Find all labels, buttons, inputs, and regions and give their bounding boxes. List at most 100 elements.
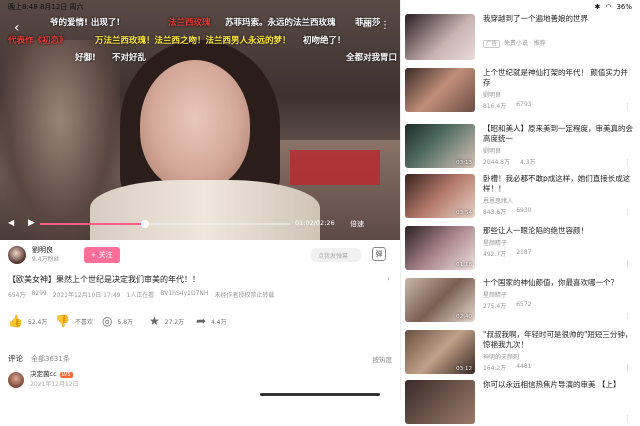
fan-count: 9.4万粉丝 [32,256,60,263]
coin-icon: ◎ [102,314,113,328]
rec-item[interactable]: 03:54 卧槽！我必都不敢p成这样，她们直接长成这样！！ 恩恩思绪人 843.6万 6… [405,174,637,220]
more-icon[interactable]: ⋮ [624,364,631,372]
rec-views: 492.7万 [483,251,507,258]
ad-thumbnail [405,14,475,60]
level-badge: LV5 [59,372,73,378]
comment-item[interactable]: 决定菌cc LV5 2021年12月12日 [8,370,79,389]
rec-danmaku: 6793 [516,101,532,108]
favorite-button[interactable]: ★ 27.2万 [149,314,196,328]
uploader-row: 劉明良 9.4万粉丝 + 关注 点我发弹幕 弹 [8,244,392,266]
danmaku-count: 8299 [31,290,47,297]
rec-uploader: 劉明良 [483,148,502,155]
video-player[interactable]: 爷的爱情! 出现了! 法兰西玫瑰 苏菲玛索。永远的法兰西玫瑰 菲丽莎 代表作《初… [0,0,400,240]
rec-thumbnail: 03:54 [405,174,475,218]
back-arrow-icon[interactable]: ‹ [14,20,20,36]
rec-danmaku: 6930 [516,207,532,214]
video-title: 【欧美女神】果然上个世纪是决定我们审美的年代！！ [8,275,200,284]
rec-uploader: 星颜睛子 [483,292,508,299]
ad-item[interactable]: 我穿越到了一个遍地善娘的世界 广告 免费小说 · 推荐 [405,14,637,64]
rec-thumbnail: 03:12 [405,330,475,374]
more-icon[interactable]: ⋮ [624,158,631,166]
rec-duration: 02:40 [456,314,472,320]
video-meta: 654万 8299 2021年12月10日 17:49 1人正在看 BV1hS4… [8,290,398,299]
star-icon: ★ [149,314,160,328]
rec-title: 卧槽！我必都不敢p成这样，她们直接长成这样！！ [483,174,631,193]
rec-duration: 01:18 [456,262,472,268]
danmaku-toggle-icon[interactable]: 弹 [372,247,386,261]
progress-knob[interactable] [141,220,149,228]
rec-title: 上个世纪就是神仙打架的年代！ 颜值实力并存 [483,68,628,87]
more-icon[interactable]: ⋮ [624,414,631,422]
rec-uploader: 劉明良 [483,92,502,99]
uploader-name[interactable]: 劉明良 [32,246,60,255]
rec-item[interactable]: 01:18 那些让人一眼沦陷的绝世容颜！ 星颜睛子 492.7万 2187 ⋮ [405,226,637,272]
video-frame-subject [140,60,250,190]
more-icon[interactable]: ⋮ [624,102,631,110]
rec-thumbnail: 01:18 [405,226,475,270]
home-indicator[interactable] [260,393,380,396]
rec-danmaku: 4481 [516,363,532,370]
rec-thumbnail [405,380,475,424]
rec-uploader: 恩恩思绪人 [483,198,514,205]
status-time: 晚上8:48 8月12日 周六 [8,3,84,11]
rec-thumbnail: 02:40 [405,278,475,322]
rec-views: 275.4万 [483,303,507,310]
rec-views: 816.4万 [483,103,507,110]
avatar[interactable] [8,371,24,388]
comments-label[interactable]: 评论 [8,353,23,364]
status-bar: 晚上8:48 8月12日 周六 ✱ ◠ 36% [0,0,640,14]
ad-sub: 免费小说 · 推荐 [504,40,546,47]
like-button[interactable]: 👍 52.4万 [8,314,55,328]
more-icon[interactable]: ⋮ [624,208,631,216]
rec-title: 那些让人一眼沦陷的绝世容颜！ [483,226,588,235]
danmaku-item: 万法兰西玫瑰！法兰西之吻！法兰西男人永远的梦！ [95,36,291,46]
follow-button[interactable]: + 关注 [83,247,120,263]
comment-user[interactable]: 决定菌cc [30,370,57,378]
comment-date: 2021年12月12日 [30,381,79,388]
rec-danmaku: 6572 [516,301,532,308]
skip-back-icon[interactable]: ◀ [8,218,14,227]
playback-time: 01:02/02:26 [295,219,335,227]
rec-danmaku: 4.3万 [520,159,536,166]
rec-item[interactable]: 你可以永远相信热焦片导演的审美 【上】 ⋮ [405,380,637,426]
dislike-button[interactable]: 👎 不喜欢 [55,314,102,328]
comments-count: 全部3631条 [31,354,70,363]
rec-item[interactable]: 上个世纪就是神仙打架的年代！ 颜值实力并存劉明良 816.4万 6793 ⋮ [405,68,637,114]
battery-level: 36% [616,3,632,11]
rec-item[interactable]: 02:40 十个国家的神仙颜值，你最喜欢哪一个？ 星颜睛子 275.4万 6572 ⋮ [405,278,637,324]
rec-uploader: 神明的天颜刺 [483,354,520,361]
rec-title: "叔叔我啊，年轻时可是很帅的"短短三分钟，惊艳我九次！ [483,330,633,349]
danmaku-item: 法兰西玫瑰 [168,18,211,28]
rec-item[interactable]: 03:12 "叔叔我啊，年轻时可是很帅的"短短三分钟，惊艳我九次！ 神明的天颜刺 16… [405,330,637,376]
wifi-icon: ◠ [605,3,612,11]
view-count: 654万 [8,292,26,299]
rec-title: 【昭和美人】原来美到一定程度，审美真的会高度统一 [483,124,633,143]
thumb-down-icon: 👎 [55,314,70,328]
more-icon[interactable]: ⋮ [380,20,390,31]
danmaku-item: 全都对我胃口 [346,53,398,63]
more-icon[interactable]: ⋮ [624,260,631,268]
ad-tag: 广告 [483,40,501,48]
sort-button[interactable]: 按热度 [373,354,393,364]
avatar[interactable] [8,246,26,264]
rec-views: 843.6万 [483,209,507,216]
danmaku-input[interactable]: 点我发弹幕 [310,248,362,262]
danmaku-item: 爷的爱情! 出现了! [50,18,121,28]
speed-button[interactable]: 倍速 [350,219,364,229]
chevron-right-icon[interactable]: › [387,274,390,283]
progress-bar[interactable] [40,220,290,228]
danmaku-item: 初吻绝了！ [303,36,346,46]
cast-icon[interactable]: ▭ [363,20,372,31]
rec-thumbnail [405,68,475,112]
share-button[interactable]: ➦ 4.4万 [196,314,243,328]
coin-button[interactable]: ◎ 5.8万 [102,314,149,328]
rec-duration: 03:54 [456,210,472,216]
recommend-sidebar: 我穿越到了一个遍地善娘的世界 广告 免费小说 · 推荐 上个世纪就是神仙打架的年代… [400,0,640,424]
more-icon[interactable]: ⋮ [624,312,631,320]
comments-header: 评论 全部3631条 按热度 [8,353,392,364]
copyright-warning: 未经作者授权禁止转载 [214,292,275,299]
rec-item[interactable]: 03:13 【昭和美人】原来美到一定程度，审美真的会高度统一 劉明良 2044.8万 4… [405,124,637,170]
play-icon[interactable]: ▶ [28,218,35,228]
rec-views: 164.2万 [483,365,507,372]
rec-views: 2044.8万 [483,159,510,166]
